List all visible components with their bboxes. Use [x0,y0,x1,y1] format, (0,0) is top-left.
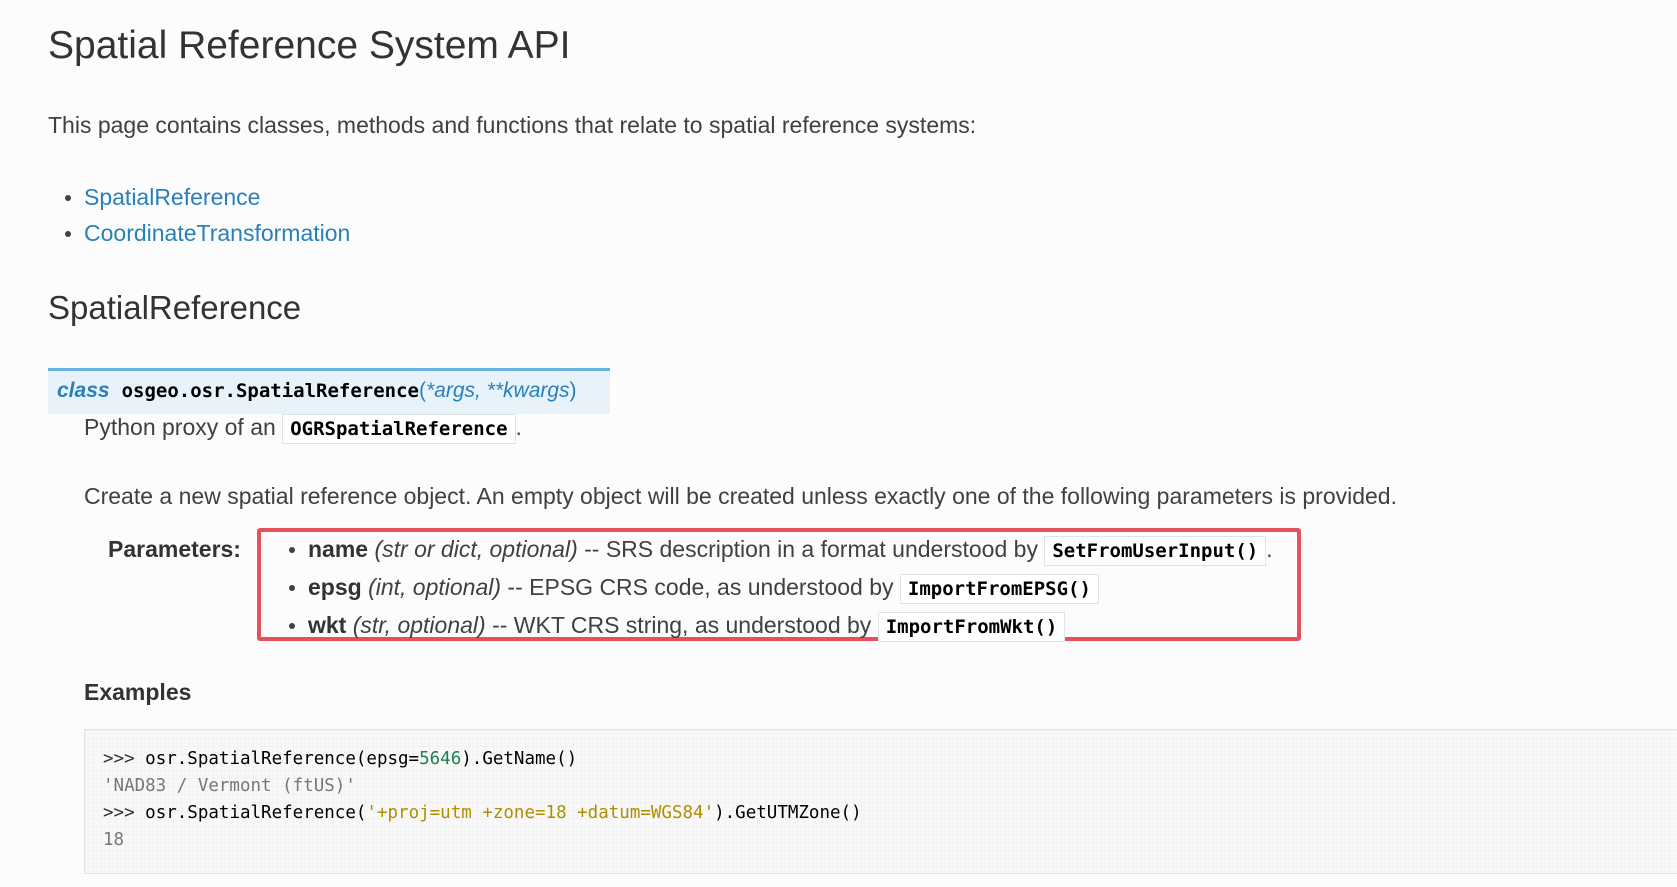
param-end: . [1266,536,1273,562]
class-keyword: class [57,379,110,402]
doc-page: Spatial Reference System API This page c… [0,0,1677,887]
param-code: ImportFromEPSG() [899,574,1099,604]
create-paragraph: Create a new spatial reference object. A… [84,483,1397,509]
param-code: SetFromUserInput() [1044,536,1267,566]
intro-paragraph: This page contains classes, methods and … [48,112,977,138]
class-signature: class osgeo.osr.SpatialReference(*args, *… [48,368,610,414]
toc-list: SpatialReference CoordinateTransformatio… [62,179,350,251]
param-name: wkt [308,612,347,638]
proxy-end: . [515,414,522,440]
code-prompt: >>> [103,803,146,823]
signature-open-paren: ( [418,379,426,402]
param-type: (str or dict, optional) [374,536,578,562]
code-text: ).GetName() [461,749,578,769]
code-string: '+proj=utm +zone=18 +datum=WGS84' [366,803,715,823]
code-text: osr.SpatialReference( [145,803,367,823]
proxy-code: OGRSpatialReference [282,414,516,444]
examples-heading: Examples [84,679,192,705]
code-line: >>> osr.SpatialReference(epsg=5646).GetN… [103,746,1659,773]
code-prompt: >>> [103,749,146,769]
code-line: >>> osr.SpatialReference('+proj=utm +zon… [103,800,1659,827]
code-output: 18 [103,830,125,850]
param-desc: -- EPSG CRS code, as understood by [501,574,900,600]
class-name: osgeo.osr.SpatialReference [121,380,419,402]
parameter-item-wkt: wkt (str, optional) -- WKT CRS string, a… [286,607,1273,645]
parameter-item-epsg: epsg (int, optional) -- EPSG CRS code, a… [286,569,1273,607]
toc-item: CoordinateTransformation [62,215,350,251]
code-output: 'NAD83 / Vermont (ftUS)' [103,776,356,796]
code-example-block[interactable]: >>> osr.SpatialReference(epsg=5646).GetN… [84,729,1677,874]
param-type: (str, optional) [352,612,486,638]
toc-link-spatialreference[interactable]: SpatialReference [84,184,260,210]
param-code: ImportFromWkt() [877,612,1066,642]
signature-params: *args, **kwargs [425,379,570,402]
page-title: Spatial Reference System API [48,24,571,67]
param-name: name [308,536,369,562]
code-text: osr.SpatialReference(epsg= [145,749,420,769]
section-heading: SpatialReference [48,289,302,326]
param-name: epsg [308,574,362,600]
parameters-list: name (str or dict, optional) -- SRS desc… [286,531,1273,645]
signature-close-paren: ) [569,379,577,402]
param-desc: -- WKT CRS string, as understood by [485,612,878,638]
parameters-label: Parameters: [108,536,241,562]
proxy-paragraph: Python proxy of an OGRSpatialReference. [84,410,522,446]
parameter-item-name: name (str or dict, optional) -- SRS desc… [286,531,1273,569]
code-text: ).GetUTMZone() [714,803,862,823]
toc-link-coordinatetransformation[interactable]: CoordinateTransformation [84,220,350,246]
param-type: (int, optional) [368,574,502,600]
toc-item: SpatialReference [62,179,350,215]
proxy-text: Python proxy of an [84,414,276,440]
param-desc: -- SRS description in a format understoo… [577,536,1045,562]
code-number: 5646 [419,749,462,769]
